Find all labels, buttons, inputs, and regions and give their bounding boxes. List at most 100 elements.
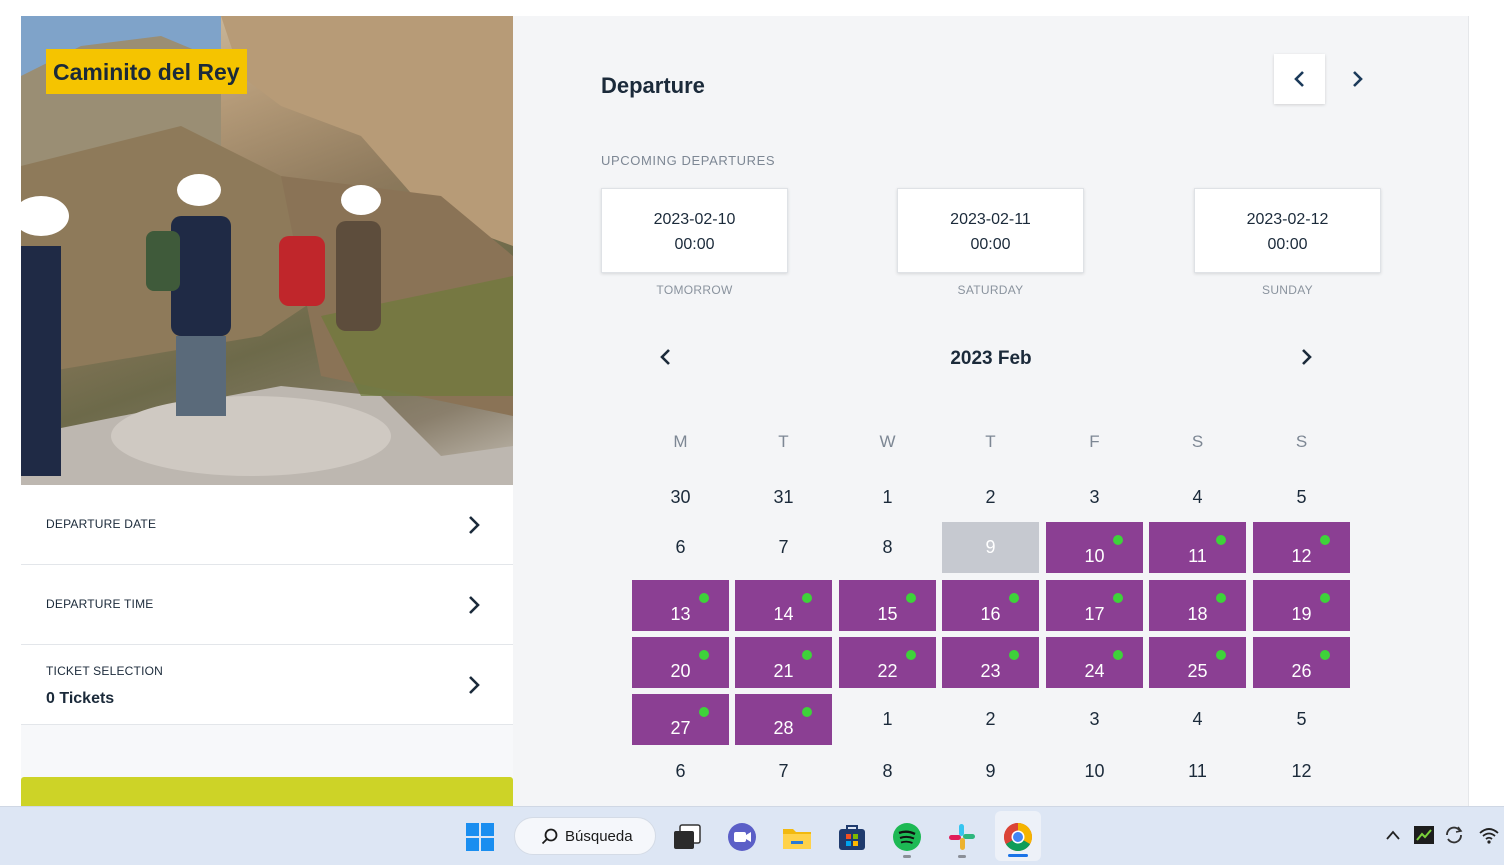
tour-title-badge: Caminito del Rey	[46, 49, 247, 94]
calendar-day-available[interactable]: 23	[942, 637, 1039, 688]
calendar-day: 6	[632, 522, 729, 573]
calendar-day-available[interactable]: 12	[1253, 522, 1350, 573]
calendar-day-available[interactable]: 25	[1149, 637, 1246, 688]
calendar-day-number: 12	[1291, 546, 1312, 566]
calendar-day-number: 4	[1192, 709, 1203, 729]
ticket-selection-row[interactable]: TICKET SELECTION 0 Tickets	[21, 645, 513, 725]
calendar-day: 11	[1149, 746, 1246, 797]
calendar-month-title: 2023 Feb	[950, 348, 1032, 369]
calendar-next-month-button[interactable]	[1298, 346, 1314, 373]
calendar-day: 3	[1046, 472, 1143, 523]
calendar-day-available[interactable]: 26	[1253, 637, 1350, 688]
windows-taskbar: Búsqueda	[0, 806, 1504, 865]
departure-card-time: 00:00	[970, 236, 1011, 253]
departure-card-day: SUNDAY	[1262, 283, 1313, 297]
departure-card-day: SATURDAY	[957, 283, 1024, 297]
calendar-day-number: 11	[1188, 761, 1207, 781]
calendar-day-available[interactable]: 16	[942, 580, 1039, 631]
previous-button[interactable]	[1274, 54, 1325, 104]
calendar-day-number: 23	[980, 661, 1001, 681]
left-panel: Caminito del Rey DEPARTURE DATE DEPARTUR…	[21, 16, 513, 807]
active-app-indicator	[1008, 854, 1028, 857]
departure-date-label: DEPARTURE DATE	[46, 517, 157, 531]
calendar-day-available[interactable]: 11	[1149, 522, 1246, 573]
calendar-day: 7	[735, 522, 832, 573]
hero-image: Caminito del Rey	[21, 16, 513, 485]
running-indicator	[903, 855, 911, 858]
calendar-day-number: 18	[1187, 604, 1208, 624]
calendar-day-number: 5	[1296, 709, 1307, 729]
calendar-day-available[interactable]: 18	[1149, 580, 1246, 631]
spotify-icon[interactable]	[891, 821, 923, 853]
departure-card[interactable]: 2023-02-11 00:00	[897, 188, 1084, 273]
calendar-day-available[interactable]: 22	[839, 637, 936, 688]
running-indicator	[958, 855, 966, 858]
calendar-day: 8	[839, 746, 936, 797]
calendar-day-available[interactable]: 13	[632, 580, 729, 631]
calendar-weekday-label: W	[879, 432, 896, 451]
availability-dot-icon	[802, 650, 812, 660]
departure-card-day: TOMORROW	[656, 283, 733, 297]
task-view-icon[interactable]	[671, 821, 703, 853]
calendar-day-number: 9	[985, 537, 996, 557]
calendar-day: 10	[1046, 746, 1143, 797]
calendar-day-available[interactable]: 10	[1046, 522, 1143, 573]
continue-button[interactable]	[21, 777, 513, 807]
calendar-day-available[interactable]: 15	[839, 580, 936, 631]
chevron-right-icon	[469, 676, 480, 694]
windows-start-icon[interactable]	[464, 821, 496, 853]
availability-dot-icon	[906, 650, 916, 660]
calendar-day-unavailable: 9	[942, 522, 1039, 573]
calendar-day-number: 24	[1084, 661, 1105, 681]
calendar-prev-month-button[interactable]	[658, 346, 674, 373]
departure-card[interactable]: 2023-02-10 00:00	[601, 188, 788, 273]
departure-title: Departure	[601, 73, 705, 98]
departure-time-row[interactable]: DEPARTURE TIME	[21, 565, 513, 645]
availability-dot-icon	[1113, 650, 1123, 660]
calendar-day-number: 8	[882, 761, 893, 781]
calendar-day: 4	[1149, 694, 1246, 745]
calendar-day-number: 7	[778, 761, 789, 781]
calendar-day-available[interactable]: 28	[735, 694, 832, 745]
slack-icon[interactable]	[946, 821, 978, 853]
calendar-day: 30	[632, 472, 729, 523]
calendar-day-available[interactable]: 27	[632, 694, 729, 745]
tray-app-icon[interactable]	[1413, 825, 1435, 845]
calendar-day-number: 1	[882, 709, 893, 729]
taskbar-search[interactable]: Búsqueda	[514, 817, 656, 855]
departure-date-row[interactable]: DEPARTURE DATE	[21, 485, 513, 565]
calendar-day-available[interactable]: 17	[1046, 580, 1143, 631]
calendar-day-available[interactable]: 19	[1253, 580, 1350, 631]
calendar-weekday-label: T	[778, 432, 789, 451]
chevron-left-icon	[660, 349, 670, 365]
availability-dot-icon	[1216, 535, 1226, 545]
availability-dot-icon	[1320, 593, 1330, 603]
departure-card-date: 2023-02-12	[1246, 211, 1329, 228]
calendar-day: 8	[839, 522, 936, 573]
calendar-weekday-label: S	[1191, 432, 1204, 451]
sync-icon[interactable]	[1443, 824, 1465, 846]
departure-card-date: 2023-02-10	[653, 211, 736, 228]
calendar-day-available[interactable]: 20	[632, 637, 729, 688]
calendar-day: 3	[1046, 694, 1143, 745]
calendar-day: 2	[942, 694, 1039, 745]
availability-dot-icon	[1113, 535, 1123, 545]
next-button[interactable]	[1331, 54, 1382, 104]
chevron-right-icon	[1302, 349, 1312, 365]
calendar-day-number: 10	[1084, 761, 1105, 781]
calendar-day-available[interactable]: 14	[735, 580, 832, 631]
teams-meet-icon[interactable]	[726, 821, 758, 853]
chevron-up-icon[interactable]	[1385, 829, 1401, 841]
calendar-day-number: 12	[1291, 761, 1312, 781]
calendar-day-available[interactable]: 24	[1046, 637, 1143, 688]
departure-card[interactable]: 2023-02-12 00:00	[1194, 188, 1381, 273]
chrome-icon[interactable]	[1002, 821, 1034, 853]
calendar-day-number: 2	[985, 709, 996, 729]
departure-card-time: 00:00	[1267, 236, 1308, 253]
calendar-day-number: 21	[773, 661, 794, 681]
calendar-day-number: 1	[882, 487, 893, 507]
file-explorer-icon[interactable]	[781, 821, 813, 853]
wifi-icon[interactable]	[1478, 825, 1500, 845]
microsoft-store-icon[interactable]	[836, 821, 868, 853]
calendar-day-available[interactable]: 21	[735, 637, 832, 688]
